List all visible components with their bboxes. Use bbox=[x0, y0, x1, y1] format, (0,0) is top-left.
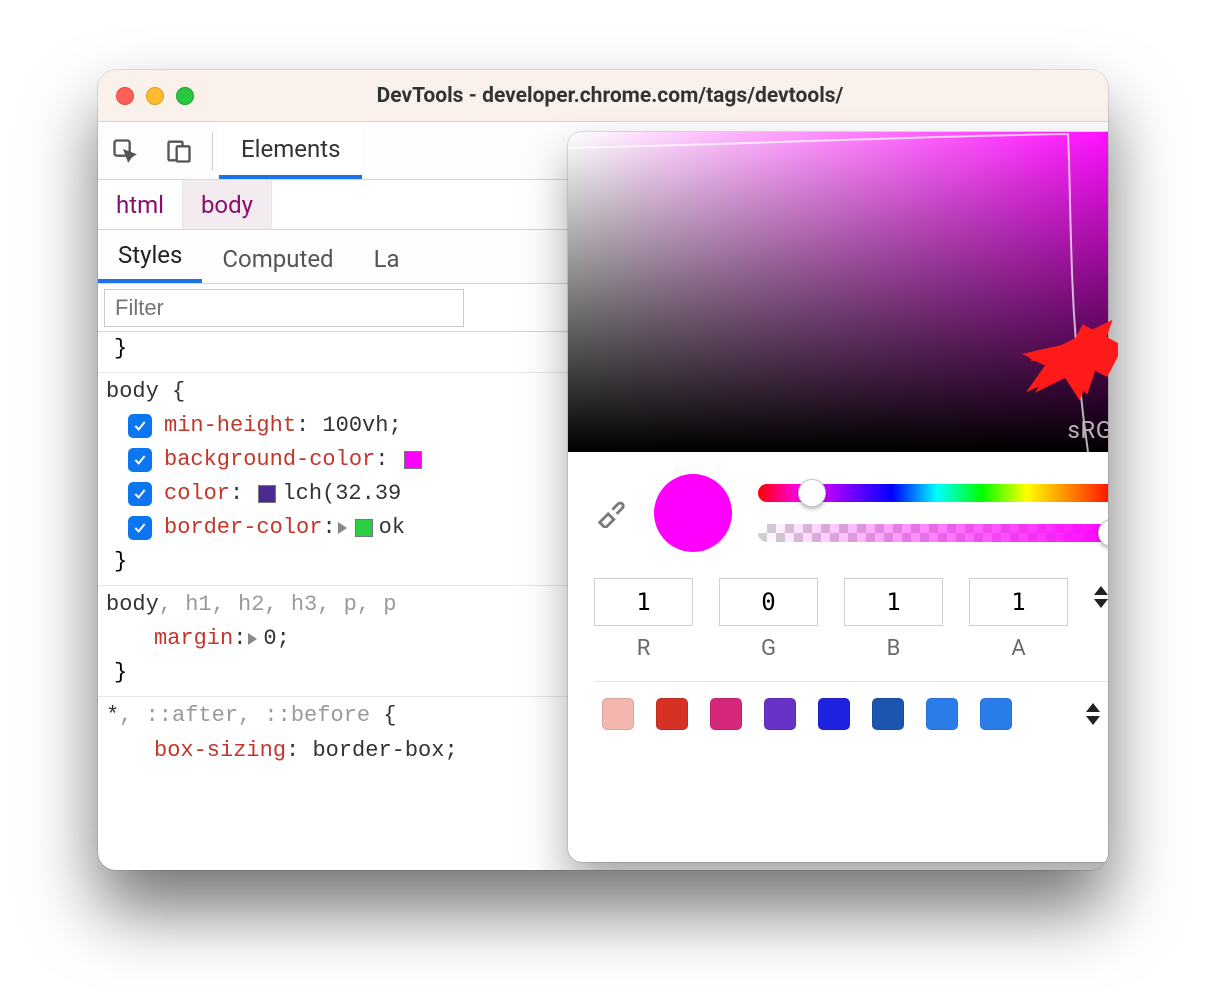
tab-elements-label: Elements bbox=[241, 135, 340, 163]
srgb-label: sRGB bbox=[1068, 416, 1108, 444]
breadcrumb-body[interactable]: body bbox=[183, 180, 272, 229]
expand-triangle-icon[interactable] bbox=[338, 522, 347, 534]
styles-filter-input[interactable] bbox=[104, 289, 464, 327]
inspect-element-icon[interactable] bbox=[98, 122, 152, 179]
alpha-slider[interactable] bbox=[758, 524, 1108, 542]
color-picker-panel: sRGB bbox=[568, 132, 1108, 862]
hue-slider[interactable] bbox=[758, 484, 1108, 502]
palette-switch-spinner[interactable] bbox=[1086, 703, 1108, 725]
value-r-label: R bbox=[594, 636, 693, 661]
palette-swatch[interactable] bbox=[602, 698, 634, 730]
format-switch-spinner[interactable] bbox=[1094, 578, 1108, 608]
close-window-button[interactable] bbox=[116, 87, 134, 105]
minimize-window-button[interactable] bbox=[146, 87, 164, 105]
palette-swatch[interactable] bbox=[980, 698, 1012, 730]
color-swatch-icon[interactable] bbox=[355, 519, 373, 537]
alpha-slider-knob[interactable] bbox=[1098, 519, 1108, 547]
expand-triangle-icon[interactable] bbox=[248, 633, 257, 645]
palette-swatch[interactable] bbox=[926, 698, 958, 730]
palette-swatch[interactable] bbox=[872, 698, 904, 730]
value-r-input[interactable]: 1 bbox=[594, 578, 693, 626]
tab-layout[interactable]: La bbox=[354, 245, 420, 283]
picker-body: 1 R 0 G 1 B 1 A bbox=[568, 452, 1108, 750]
value-b-input[interactable]: 1 bbox=[844, 578, 943, 626]
palette-swatch[interactable] bbox=[710, 698, 742, 730]
chevron-down-icon[interactable] bbox=[1086, 716, 1100, 725]
tab-computed[interactable]: Computed bbox=[202, 245, 353, 283]
window-title: DevTools - developer.chrome.com/tags/dev… bbox=[214, 84, 1006, 108]
devtools-window: DevTools - developer.chrome.com/tags/dev… bbox=[98, 70, 1108, 870]
color-palette bbox=[594, 681, 1108, 742]
checkbox-icon[interactable] bbox=[128, 516, 152, 540]
palette-swatch[interactable] bbox=[764, 698, 796, 730]
window-controls bbox=[116, 87, 194, 105]
eyedropper-icon[interactable] bbox=[594, 494, 628, 532]
value-g-label: G bbox=[719, 636, 818, 661]
checkbox-icon[interactable] bbox=[128, 414, 152, 438]
breadcrumb-html[interactable]: html bbox=[98, 180, 183, 229]
chevron-down-icon[interactable] bbox=[1094, 599, 1108, 608]
chevron-up-icon[interactable] bbox=[1086, 703, 1100, 712]
chevron-up-icon[interactable] bbox=[1094, 586, 1108, 595]
checkbox-icon[interactable] bbox=[128, 448, 152, 472]
color-swatch-icon[interactable] bbox=[258, 485, 276, 503]
device-toolbar-icon[interactable] bbox=[152, 122, 206, 179]
palette-swatch[interactable] bbox=[656, 698, 688, 730]
color-value-row: 1 R 0 G 1 B 1 A bbox=[594, 578, 1108, 661]
value-b-label: B bbox=[844, 636, 943, 661]
palette-swatch[interactable] bbox=[818, 698, 850, 730]
tab-styles[interactable]: Styles bbox=[98, 241, 202, 283]
value-a-label: A bbox=[969, 636, 1068, 661]
color-swatch-icon[interactable] bbox=[404, 451, 422, 469]
checkbox-icon[interactable] bbox=[128, 482, 152, 506]
value-a-input[interactable]: 1 bbox=[969, 578, 1068, 626]
current-color-swatch bbox=[654, 474, 732, 552]
annotation-arrow-icon bbox=[1008, 300, 1118, 410]
value-g-input[interactable]: 0 bbox=[719, 578, 818, 626]
titlebar: DevTools - developer.chrome.com/tags/dev… bbox=[98, 70, 1108, 122]
tab-elements[interactable]: Elements bbox=[219, 122, 362, 179]
hue-slider-knob[interactable] bbox=[798, 479, 826, 507]
zoom-window-button[interactable] bbox=[176, 87, 194, 105]
toolbar-divider bbox=[212, 132, 213, 170]
